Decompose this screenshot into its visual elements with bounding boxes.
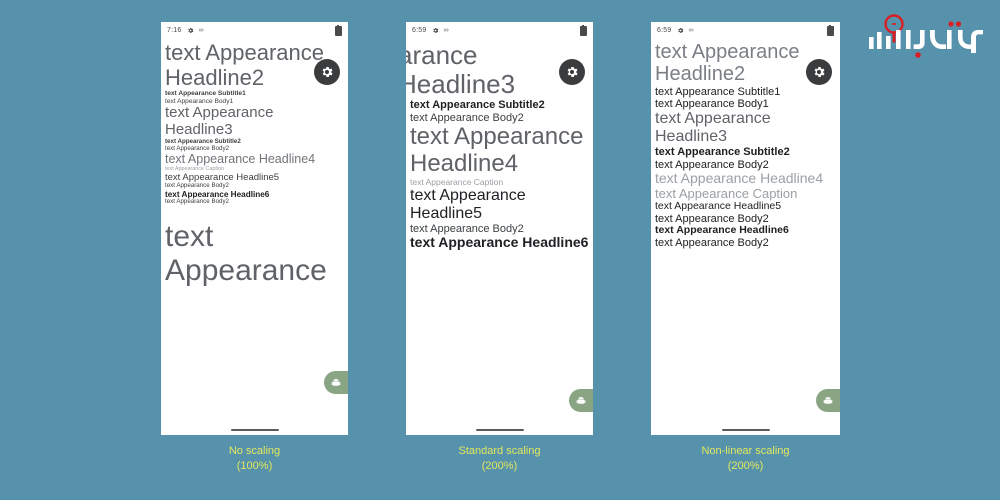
status-bar-right <box>827 24 834 36</box>
text-appearance-line: text Appearance Body2 <box>410 111 524 124</box>
text-appearance-line: text Appearance Caption <box>655 185 798 201</box>
text-appearance-line: text Appearance Caption <box>410 176 504 187</box>
text-appearance-line: text Appearance Body2 <box>165 182 229 190</box>
text-appearance-line: text Appearance Headline4 <box>165 152 316 167</box>
status-bar: 6:59 ∞ <box>651 22 840 39</box>
gear-icon <box>812 65 826 79</box>
status-bar-time: 7:16 <box>167 27 182 34</box>
phone-screen-no-scaling: 7:16 ∞ text Appearance Headline2 text Appe… <box>161 22 348 435</box>
android-icon <box>330 377 342 389</box>
status-bar-icons: ∞ <box>432 27 448 34</box>
text-appearance-line: text Appearance Headline6 <box>410 234 589 251</box>
battery-icon <box>827 24 834 36</box>
text-appearance-line: text Appearance Subtitle2 <box>410 99 545 112</box>
text-appearance-line: text Appearance Subtitle1 <box>655 85 781 98</box>
panel-caption: Non-linear scaling (200%) <box>651 444 840 474</box>
phone-screen-non-linear-scaling: 6:59 ∞ text Appearance Headline2 text Appe… <box>651 22 840 435</box>
text-appearance-line: text Appearance Headline4 <box>655 169 824 186</box>
text-appearance-line: text Appearance Subtitle1 <box>165 90 246 98</box>
settings-fab[interactable] <box>559 59 585 85</box>
battery-icon <box>335 24 342 36</box>
status-bar-icons: ∞ <box>677 27 693 34</box>
text-appearance-line: text Appearance Body2 <box>655 158 769 171</box>
android-icon <box>575 395 587 407</box>
gear-icon <box>320 65 334 79</box>
android-chip[interactable] <box>816 389 840 412</box>
text-appearance-line: text Appearance Body1 <box>655 98 769 111</box>
text-appearance-line: text Appearance Headline5 <box>655 200 782 213</box>
settings-fab[interactable] <box>806 59 832 85</box>
caption-line-2: (200%) <box>481 459 518 472</box>
caption-line-1: Standard scaling <box>458 445 541 457</box>
gear-icon <box>677 27 684 34</box>
status-bar-icons: ∞ <box>187 27 203 34</box>
text-appearance-line: text Appearance Body2 <box>655 236 769 249</box>
text-appearance-line: text Appearance Headline5 <box>410 187 526 223</box>
status-bar: 7:16 ∞ <box>161 22 348 39</box>
battery-icon <box>580 24 587 36</box>
text-appearance-line: text Appearance Headline3 <box>165 104 274 138</box>
text-appearance-line: text Appearance <box>165 220 327 287</box>
android-chip[interactable] <box>569 389 593 412</box>
caption-line-1: Non-linear scaling <box>701 445 790 457</box>
phone-screen-standard-scaling: 6:59 ∞arance Headline3text Appearance Su… <box>406 22 593 435</box>
text-appearance-line: text Appearance Headline3 <box>655 110 771 146</box>
gear-icon <box>432 27 439 34</box>
text-appearance-line: text Appearance Headline6 <box>655 224 789 237</box>
text-appearance-line: text Appearance Subtitle2 <box>655 146 790 159</box>
screen-body: text Appearance Headline2 text Appearance… <box>161 39 348 435</box>
android-icon <box>822 395 834 407</box>
aktiban-logo <box>868 10 986 68</box>
settings-fab[interactable] <box>314 59 340 85</box>
infinity-icon: ∞ <box>443 27 449 34</box>
gear-icon <box>187 27 194 34</box>
status-bar-right <box>335 24 342 36</box>
status-bar-time: 6:59 <box>412 27 427 34</box>
android-chip[interactable] <box>324 371 348 394</box>
infinity-icon: ∞ <box>688 27 694 34</box>
infinity-icon: ∞ <box>198 27 204 34</box>
gesture-nav-bar[interactable] <box>721 429 770 431</box>
panel-caption: No scaling (100%) <box>161 444 348 474</box>
gesture-nav-bar[interactable] <box>230 429 279 431</box>
panel-caption: Standard scaling (200%) <box>406 444 593 474</box>
gesture-nav-bar[interactable] <box>475 429 524 431</box>
text-appearance-line: text Appearance Headline4 <box>410 122 584 177</box>
status-bar-time: 6:59 <box>657 27 672 34</box>
screen-body: text Appearance Headline2 text Appearance… <box>651 39 840 435</box>
caption-line-1: No scaling <box>228 445 281 457</box>
status-bar: 6:59 ∞ <box>406 22 593 39</box>
screen-body: arance Headline3text Appearance Subtitle… <box>406 39 593 435</box>
status-bar-right <box>580 24 587 36</box>
screenshot-canvas: 7:16 ∞ text Appearance Headline2 text Appe… <box>0 0 1000 500</box>
text-appearance-line: text Appearance Body2 <box>165 144 229 152</box>
caption-line-2: (100%) <box>236 459 273 472</box>
gear-icon <box>565 65 579 79</box>
text-appearance-line: text Appearance Body2 <box>165 198 229 206</box>
caption-line-2: (200%) <box>727 459 764 472</box>
